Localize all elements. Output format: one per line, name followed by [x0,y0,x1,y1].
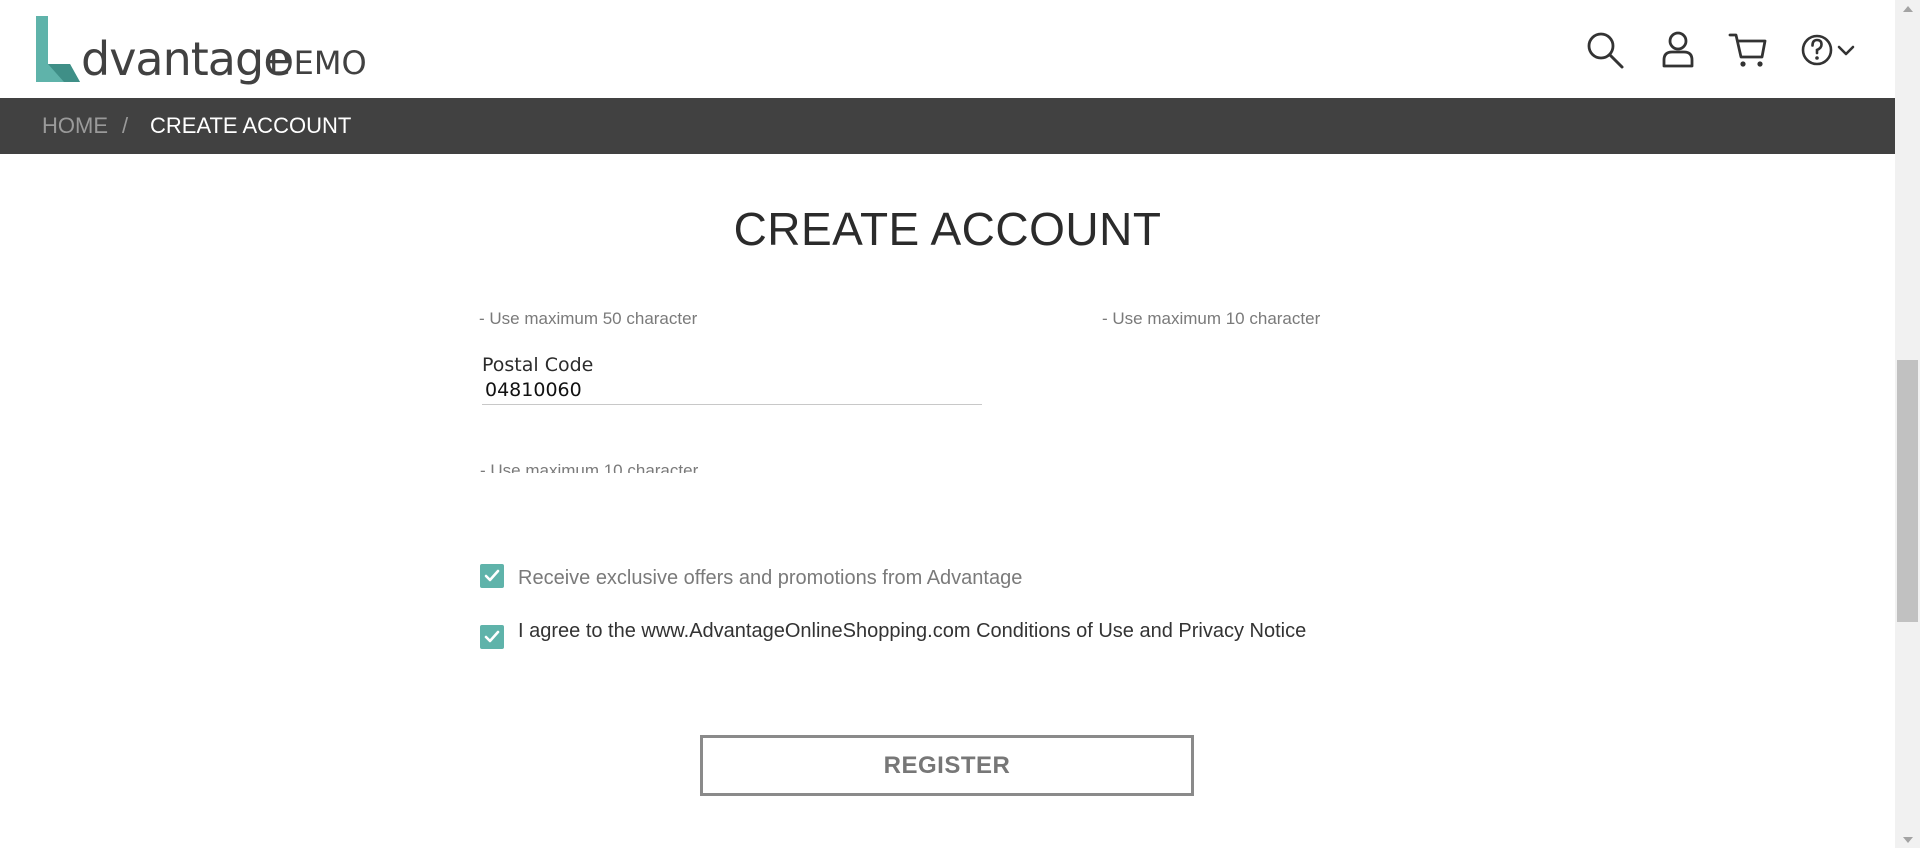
breadcrumb: HOME / CREATE ACCOUNT [0,98,1895,154]
postal-code-label: Postal Code [482,354,594,376]
help-icon[interactable] [1800,30,1840,70]
agree-checkbox-label[interactable]: I agree to the www.AdvantageOnlineShoppi… [518,620,1306,643]
logo-text: dvantage [81,32,291,86]
breadcrumb-separator: / [122,113,129,138]
offers-checkbox-label[interactable]: Receive exclusive offers and promotions … [518,567,1022,590]
agree-checkbox[interactable] [480,625,504,649]
scroll-up-arrow-icon[interactable] [1895,0,1920,17]
breadcrumb-home-link[interactable]: HOME [42,113,108,139]
chevron-down-icon[interactable] [1836,30,1856,70]
postal-code-hint: - Use maximum 10 character [480,461,699,473]
user-icon[interactable] [1658,30,1698,70]
scrollbar-thumb[interactable] [1897,360,1918,622]
breadcrumb-current: CREATE ACCOUNT [150,113,352,138]
checkmark-icon [484,630,500,643]
logo-a-mark [36,16,80,82]
logo-demo: DEMO [269,44,367,82]
search-icon[interactable] [1585,30,1625,70]
site-header: dvantage DEMO [0,0,1895,98]
cart-icon[interactable] [1728,30,1768,70]
scroll-down-arrow-icon[interactable] [1895,831,1920,848]
postal-code-input[interactable] [482,376,982,405]
field-hint: - Use maximum 50 character [479,309,698,328]
field-hint: - Use maximum 10 character [1102,309,1321,328]
register-button[interactable]: REGISTER [700,735,1194,796]
checkmark-icon [484,569,500,582]
offers-checkbox[interactable] [480,564,504,588]
page-title: CREATE ACCOUNT [733,203,1162,255]
scrollbar[interactable] [1895,0,1920,848]
